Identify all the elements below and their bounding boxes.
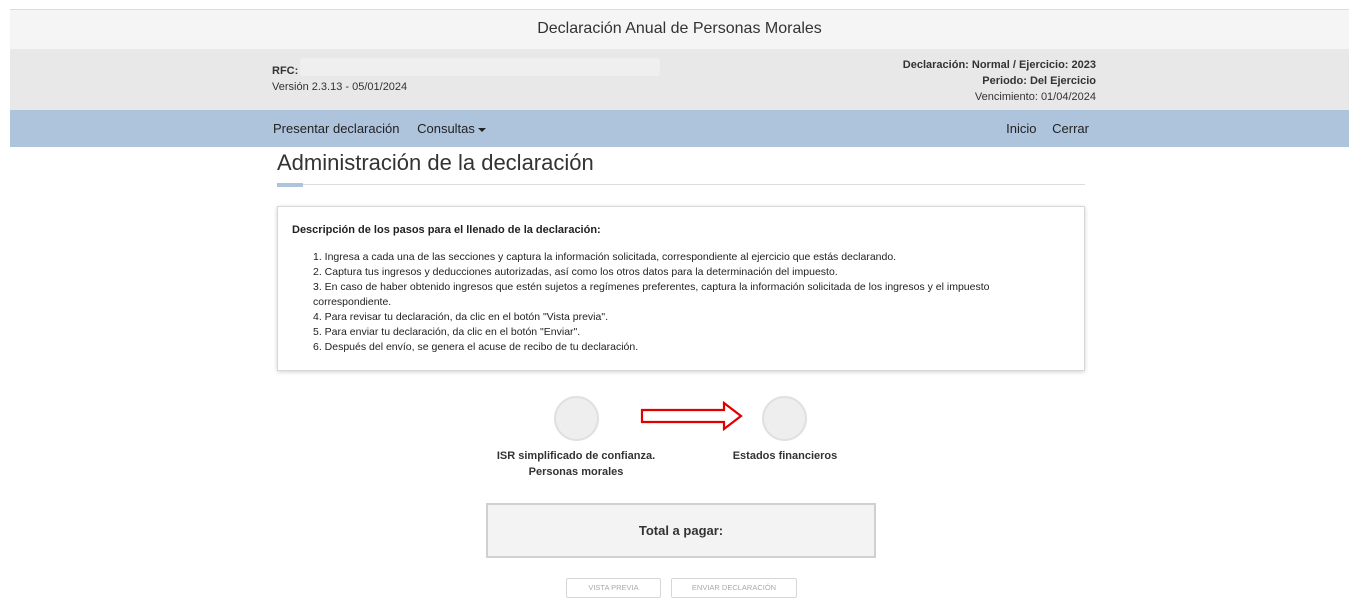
- version-label: Versión 2.3.13 - 05/01/2024: [272, 81, 408, 93]
- section-estados-financieros-label[interactable]: Estados financieros: [715, 448, 855, 464]
- rfc-block: RFC: Versión 2.3.13 - 05/01/2024: [272, 65, 407, 93]
- step-item: 2. Captura tus ingresos y deducciones au…: [313, 266, 838, 278]
- nav-presentar-declaracion[interactable]: Presentar declaración: [273, 121, 399, 136]
- step-item: 5. Para enviar tu declaración, da clic e…: [313, 326, 581, 338]
- nav-cerrar[interactable]: Cerrar: [1052, 121, 1089, 136]
- steps-heading: Descripción de los pasos para el llenado…: [292, 224, 601, 236]
- section-isr-label-line2: Personas morales: [528, 466, 624, 478]
- preview-button[interactable]: VISTA PREVIA: [566, 578, 661, 598]
- page-title: Administración de la declaración: [277, 150, 594, 175]
- nav-consultas-dropdown[interactable]: Consultas: [417, 121, 486, 136]
- period: Periodo: Del Ejercicio: [982, 75, 1096, 87]
- due-date: Vencimiento: 01/04/2024: [974, 91, 1096, 103]
- steps-list: 1. Ingresa a cada una de las secciones y…: [292, 250, 1070, 355]
- right-arrow-icon: [640, 401, 743, 431]
- title-divider: [277, 184, 1085, 185]
- rfc-label: RFC:: [272, 65, 299, 77]
- taxpayer-info-bar: RFC: Versión 2.3.13 - 05/01/2024 Declara…: [10, 49, 1349, 110]
- declaration-type: Declaración: Normal / Ejercicio: 2023: [902, 59, 1096, 71]
- app-title: Declaración Anual de Personas Morales: [537, 20, 822, 37]
- arrow-shape: [640, 401, 743, 431]
- step-item: 4. Para revisar tu declaración, da clic …: [313, 311, 608, 323]
- caret-down-icon: [477, 127, 486, 132]
- nav-inicio[interactable]: Inicio: [1006, 121, 1036, 136]
- step-item: 6. Después del envío, se genera el acuse…: [313, 341, 639, 353]
- step-item: 3. En caso de haber obtenido ingresos qu…: [313, 281, 990, 308]
- title-accent-bar: [277, 183, 303, 187]
- declaration-info: Declaración: Normal / Ejercicio: 2023 Pe…: [903, 57, 1096, 105]
- total-to-pay-label: Total a pagar:: [638, 523, 724, 538]
- step-item: 1. Ingresa a cada una de las secciones y…: [313, 251, 897, 263]
- send-declaration-button[interactable]: ENVIAR DECLARACIÓN: [671, 578, 797, 598]
- total-to-pay-box: Total a pagar:: [486, 503, 876, 558]
- section-estados-financieros-circle-button[interactable]: [762, 396, 807, 441]
- section-isr-label-line1: ISR simplificado de confianza.: [496, 450, 656, 462]
- app-title-bar: Declaración Anual de Personas Morales: [10, 9, 1349, 49]
- main-navbar: Presentar declaración Consultas Inicio C…: [10, 110, 1349, 147]
- steps-card: Descripción de los pasos para el llenado…: [277, 206, 1085, 371]
- section-isr-label[interactable]: ISR simplificado de confianza. Personas …: [491, 448, 661, 480]
- section-isr-circle-button[interactable]: [554, 396, 599, 441]
- nav-consultas-label: Consultas: [417, 121, 475, 136]
